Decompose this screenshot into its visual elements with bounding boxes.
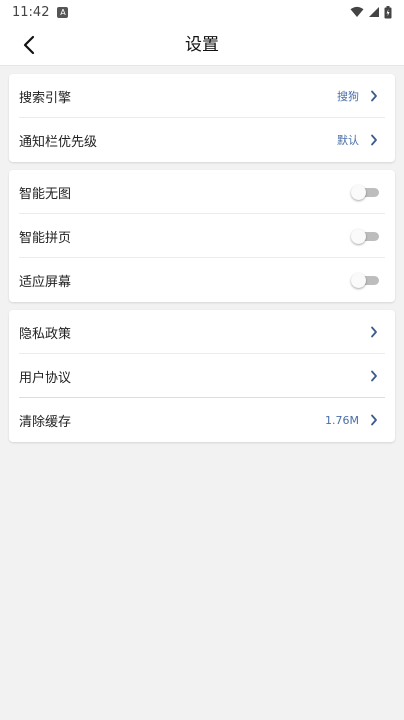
setting-notification-priority[interactable]: 通知栏优先级 默认 [9, 118, 395, 162]
setting-label: 清除缓存 [19, 414, 72, 430]
settings-group-general: 搜索引擎 搜狗 通知栏优先级 默认 [9, 74, 395, 162]
wifi-icon [350, 6, 364, 17]
setting-label: 搜索引擎 [19, 90, 72, 106]
setting-label: 适应屏幕 [19, 274, 72, 290]
page-title: 设置 [185, 35, 219, 55]
setting-smart-page-merge: 智能拼页 [9, 214, 395, 258]
signal-icon [369, 7, 379, 17]
setting-privacy-policy[interactable]: 隐私政策 [9, 310, 395, 354]
chevron-right-icon [369, 413, 379, 427]
toggle-switch[interactable] [351, 185, 381, 200]
settings-group-about: 隐私政策 用户协议 清除缓存 1.76M [9, 310, 395, 442]
setting-search-engine[interactable]: 搜索引擎 搜狗 [9, 74, 395, 118]
notification-icon: A [57, 6, 69, 18]
setting-value: 默认 [337, 134, 359, 147]
settings-group-display: 智能无图 智能拼页 适应屏幕 [9, 170, 395, 302]
toggle-switch[interactable] [351, 273, 381, 288]
setting-smart-no-image: 智能无图 [9, 170, 395, 214]
cache-size-value: 1.76M [325, 413, 359, 427]
setting-label: 隐私政策 [19, 326, 72, 342]
setting-user-agreement[interactable]: 用户协议 [9, 354, 395, 398]
chevron-right-icon [369, 133, 379, 147]
toggle-thumb [351, 273, 366, 288]
toggle-switch[interactable] [351, 229, 381, 244]
top-app-bar: 设置 [0, 24, 404, 66]
status-icons [350, 5, 392, 19]
chevron-right-icon [369, 369, 379, 383]
battery-icon [384, 5, 392, 18]
setting-clear-cache[interactable]: 清除缓存 1.76M [9, 398, 395, 442]
setting-label: 智能无图 [19, 186, 72, 202]
setting-label: 通知栏优先级 [19, 134, 98, 150]
setting-label: 智能拼页 [19, 230, 72, 246]
status-time: 11:42 [12, 4, 50, 20]
toggle-thumb [351, 185, 366, 200]
setting-fit-screen: 适应屏幕 [9, 258, 395, 302]
toggle-thumb [351, 229, 366, 244]
chevron-right-icon [369, 325, 379, 339]
chevron-right-icon [369, 89, 379, 103]
status-bar: 11:42 A [0, 0, 404, 24]
setting-label: 用户协议 [19, 370, 72, 386]
setting-value: 搜狗 [337, 90, 359, 103]
